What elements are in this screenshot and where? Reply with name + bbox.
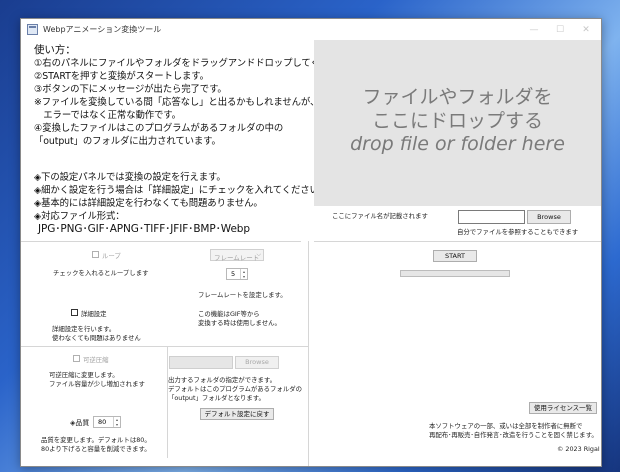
quality-desc: 品質を変更します。デフォルトは80。 bbox=[41, 436, 151, 444]
framerate-note: この機能はGIF等から bbox=[198, 310, 260, 318]
quality-stepper[interactable]: 80 ▴ ▾ bbox=[93, 416, 121, 428]
drop-zone-text-en: drop file or folder here bbox=[350, 133, 565, 155]
license-text: 本ソフトウェアの一部、或いは全部を制作者に無断で bbox=[429, 422, 583, 430]
quality-value: 80 bbox=[98, 418, 107, 426]
divider bbox=[308, 241, 309, 466]
instruction-line: ③ボタンの下にメッセージが出たら完了です。 bbox=[34, 84, 227, 95]
note-line: ◈対応ファイル形式： bbox=[34, 211, 125, 222]
drop-zone-text: ここにドロップする bbox=[371, 110, 543, 132]
divider bbox=[167, 346, 168, 458]
loop-desc: チェックを入れるとループします bbox=[53, 269, 149, 277]
note-line: ◈下の設定パネルでは変換の設定を行えます。 bbox=[34, 172, 226, 183]
advanced-desc: 使わなくても問題はありません bbox=[52, 334, 141, 342]
title-bar: Webpアニメーション変換ツール — ☐ ✕ bbox=[21, 19, 601, 41]
output-desc: 出力するフォルダの指定ができます。 bbox=[168, 376, 276, 384]
start-button[interactable]: START bbox=[433, 250, 477, 262]
reset-defaults-button[interactable]: デフォルト設定に戻す bbox=[200, 408, 274, 420]
instruction-line: 「output」のフォルダに出力されています。 bbox=[34, 136, 221, 147]
stepper-arrows-icon: ▴ ▾ bbox=[240, 269, 247, 279]
loop-checkbox[interactable] bbox=[92, 251, 99, 258]
lossless-checkbox[interactable] bbox=[73, 355, 80, 362]
advanced-desc: 詳細設定を行います。 bbox=[52, 325, 116, 333]
drop-zone[interactable]: ファイルやフォルダを ここにドロップする drop file or folder… bbox=[314, 40, 601, 206]
close-button[interactable]: ✕ bbox=[573, 19, 599, 41]
framerate-desc: フレームレートを設定します。 bbox=[198, 291, 287, 299]
divider bbox=[21, 346, 308, 347]
instruction-line: エラーではなく正常な動作です。 bbox=[34, 110, 181, 121]
window-title: Webpアニメーション変換ツール bbox=[43, 25, 162, 34]
loop-label: ループ bbox=[102, 252, 121, 260]
app-icon bbox=[27, 24, 38, 35]
copyright: © 2023 Rigal bbox=[557, 445, 600, 453]
output-desc: デフォルトはこのプログラムがあるフォルダの bbox=[168, 385, 303, 393]
instruction-line: ②STARTを押すと変換がスタートします。 bbox=[34, 71, 209, 82]
quality-label: ◈品質 bbox=[70, 419, 90, 427]
minimize-button[interactable]: — bbox=[521, 19, 547, 41]
instruction-line: ※ファイルを変換している間「応答なし」と出るかもしれませんが、 bbox=[34, 97, 320, 108]
browse-hint: 自分でファイルを参照することもできます bbox=[457, 228, 579, 236]
output-folder-field[interactable] bbox=[169, 356, 233, 369]
divider bbox=[314, 241, 601, 242]
advanced-checkbox[interactable] bbox=[71, 309, 78, 316]
supported-formats: JPG･PNG･GIF･APNG･TIFF･JFIF･BMP･Webp bbox=[38, 223, 250, 235]
file-name-label: ここにファイル名が記載されます bbox=[332, 212, 428, 220]
app-window: Webpアニメーション変換ツール — ☐ ✕ 使い方： ①右のパネルにファイルや… bbox=[20, 18, 602, 467]
instruction-line: ④変換したファイルはこのプログラムがあるフォルダの中の bbox=[34, 123, 284, 134]
note-line: ◈細かく設定を行う場合は「詳細設定」にチェックを入れてください。 bbox=[34, 185, 329, 196]
drop-zone-text: ファイルやフォルダを bbox=[362, 86, 553, 108]
stepper-arrows-icon: ▴ ▾ bbox=[113, 417, 120, 427]
framerate-value: 5 bbox=[231, 270, 236, 278]
lossless-label: 可逆圧縮 bbox=[83, 356, 109, 364]
quality-desc: 80より下げると容量を削減できます。 bbox=[41, 445, 151, 453]
instruction-line: ①右のパネルにファイルやフォルダをドラッグアンドドロップしてください。 bbox=[34, 58, 357, 69]
output-browse-button[interactable]: Browse bbox=[235, 356, 279, 369]
progress-bar bbox=[400, 270, 510, 277]
framerate-stepper[interactable]: 5 ▴ ▾ bbox=[226, 268, 248, 280]
license-text: 再配布･再販売･自作発言･改造を行うことを固く禁じます。 bbox=[429, 431, 598, 439]
advanced-label: 詳細設定 bbox=[81, 310, 107, 318]
divider bbox=[21, 241, 301, 242]
lossless-desc: ファイル容量が少し増加されます bbox=[49, 380, 145, 388]
license-button[interactable]: 使用ライセンス一覧 bbox=[529, 402, 597, 414]
maximize-button[interactable]: ☐ bbox=[547, 19, 573, 41]
note-line: ◈基本的には詳細設定を行わなくても問題ありません。 bbox=[34, 198, 263, 209]
chevron-down-icon: ⌵ bbox=[256, 251, 261, 258]
output-desc: 「output」フォルダとなります。 bbox=[168, 394, 265, 402]
file-path-field[interactable] bbox=[458, 210, 525, 224]
file-browse-button[interactable]: Browse bbox=[527, 210, 571, 224]
framerate-select[interactable]: フレームレート ⌵ bbox=[210, 249, 264, 262]
framerate-note: 変換する時は使用しません。 bbox=[198, 319, 281, 327]
lossless-desc: 可逆圧縮に変更します。 bbox=[49, 371, 119, 379]
framerate-placeholder: フレームレート bbox=[214, 254, 260, 262]
